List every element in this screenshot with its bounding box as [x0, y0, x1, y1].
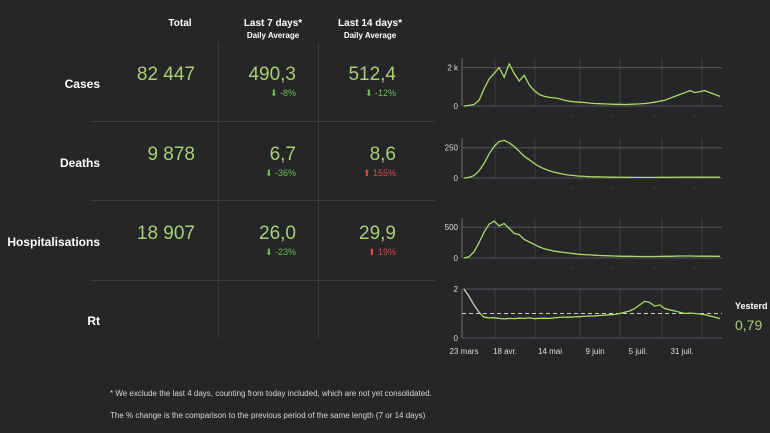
row-divider	[90, 280, 435, 281]
hosp-change-14: ⬆ 19%	[367, 247, 396, 257]
x-tick-label: 14 mai	[538, 347, 562, 356]
y-tick-label: 0	[454, 102, 459, 111]
y-tick-label: 250	[445, 144, 459, 153]
x-tick-label: 9 juin	[585, 347, 604, 356]
footnote-change: The % change is the comparison to the pr…	[110, 411, 426, 420]
x-tick-label: 5 juil.	[629, 347, 648, 356]
column-divider	[318, 42, 319, 338]
x-tick-placeholder: .	[527, 112, 529, 119]
x-tick-label: 18 avr.	[493, 347, 517, 356]
rt-yesterday-value: 0,79	[735, 317, 763, 333]
cases-total: 82 447	[136, 64, 195, 85]
x-tick-label: 23 mars	[450, 347, 479, 356]
x-tick-placeholder: .	[572, 112, 574, 119]
deaths-change-7: ⬇ -36%	[264, 168, 296, 178]
y-tick-label: 0	[454, 254, 459, 263]
series-line-rt-early	[463, 288, 480, 313]
hosp-change-7: ⬇ -23%	[264, 247, 296, 257]
x-tick-placeholder: .	[487, 184, 489, 191]
series-line-cases	[463, 62, 721, 107]
x-tick-placeholder: .	[694, 264, 696, 271]
header-last-14-sub: Daily Average	[343, 31, 397, 40]
y-tick-label: 0	[454, 334, 459, 343]
hosp-avg-14: 29,9	[359, 223, 396, 244]
x-tick-placeholder: .	[487, 112, 489, 119]
series-line-hospitalisations	[463, 220, 720, 259]
x-tick-placeholder: .	[487, 264, 489, 271]
deaths-total: 9 878	[147, 144, 195, 165]
y-tick-label: 2 k	[447, 64, 459, 73]
header-total-label: Total	[168, 18, 192, 29]
deaths-chart[interactable]: 0 250......	[440, 132, 730, 192]
header-last-14-label: Last 14 days*	[338, 18, 402, 29]
footnote-consolidation: * We exclude the last 4 days, counting f…	[110, 389, 432, 398]
rt-chart[interactable]: 0 2 23 mars 18 avr. 14 mai 9 juin 5 juil. 31 ju…	[440, 283, 730, 358]
deaths-avg-7: 6,7	[269, 144, 296, 165]
series-line-deaths	[463, 139, 720, 179]
x-tick-placeholder: .	[572, 184, 574, 191]
x-tick-placeholder: .	[612, 264, 614, 271]
cases-change-7: ⬇ -8%	[269, 88, 296, 98]
header-last-7-label: Last 7 days*	[243, 18, 303, 29]
x-tick-placeholder: .	[527, 264, 529, 271]
y-tick-label: 500	[445, 223, 459, 232]
x-tick-placeholder: .	[654, 184, 656, 191]
y-tick-label: 2	[454, 285, 459, 294]
header-last-7-days: Last 7 days* Daily Average	[218, 18, 328, 40]
hosp-avg-7: 26,0	[259, 223, 296, 244]
row-label-rt: Rt	[87, 314, 100, 328]
x-tick-placeholder: .	[612, 184, 614, 191]
cases-avg-7: 490,3	[248, 64, 296, 85]
x-tick-placeholder: .	[694, 184, 696, 191]
row-divider	[90, 121, 435, 122]
header-last-7-sub: Daily Average	[246, 31, 300, 40]
cases-change-14: ⬇ -12%	[364, 88, 396, 98]
x-tick-placeholder: .	[694, 112, 696, 119]
hospitalisations-chart[interactable]: 0 500......	[440, 212, 730, 272]
series-line-rt	[463, 288, 721, 320]
deaths-change-14: ⬆ 155%	[362, 168, 396, 178]
hosp-total: 18 907	[136, 223, 195, 244]
x-tick-label: 31 juil.	[670, 347, 693, 356]
x-tick-placeholder: .	[654, 264, 656, 271]
y-tick-label: 0	[454, 174, 459, 183]
x-tick-placeholder: .	[612, 112, 614, 119]
header-last-14-days: Last 14 days* Daily Average	[315, 18, 425, 40]
x-tick-placeholder: .	[654, 112, 656, 119]
rt-yesterday-label: Yesterd	[735, 301, 768, 311]
row-divider	[90, 200, 435, 201]
cases-chart[interactable]: 0 2 k......	[440, 52, 730, 120]
x-tick-placeholder: .	[572, 264, 574, 271]
cases-avg-14: 512,4	[348, 64, 396, 85]
column-divider	[218, 42, 219, 338]
deaths-avg-14: 8,6	[369, 144, 396, 165]
x-tick-placeholder: .	[527, 184, 529, 191]
